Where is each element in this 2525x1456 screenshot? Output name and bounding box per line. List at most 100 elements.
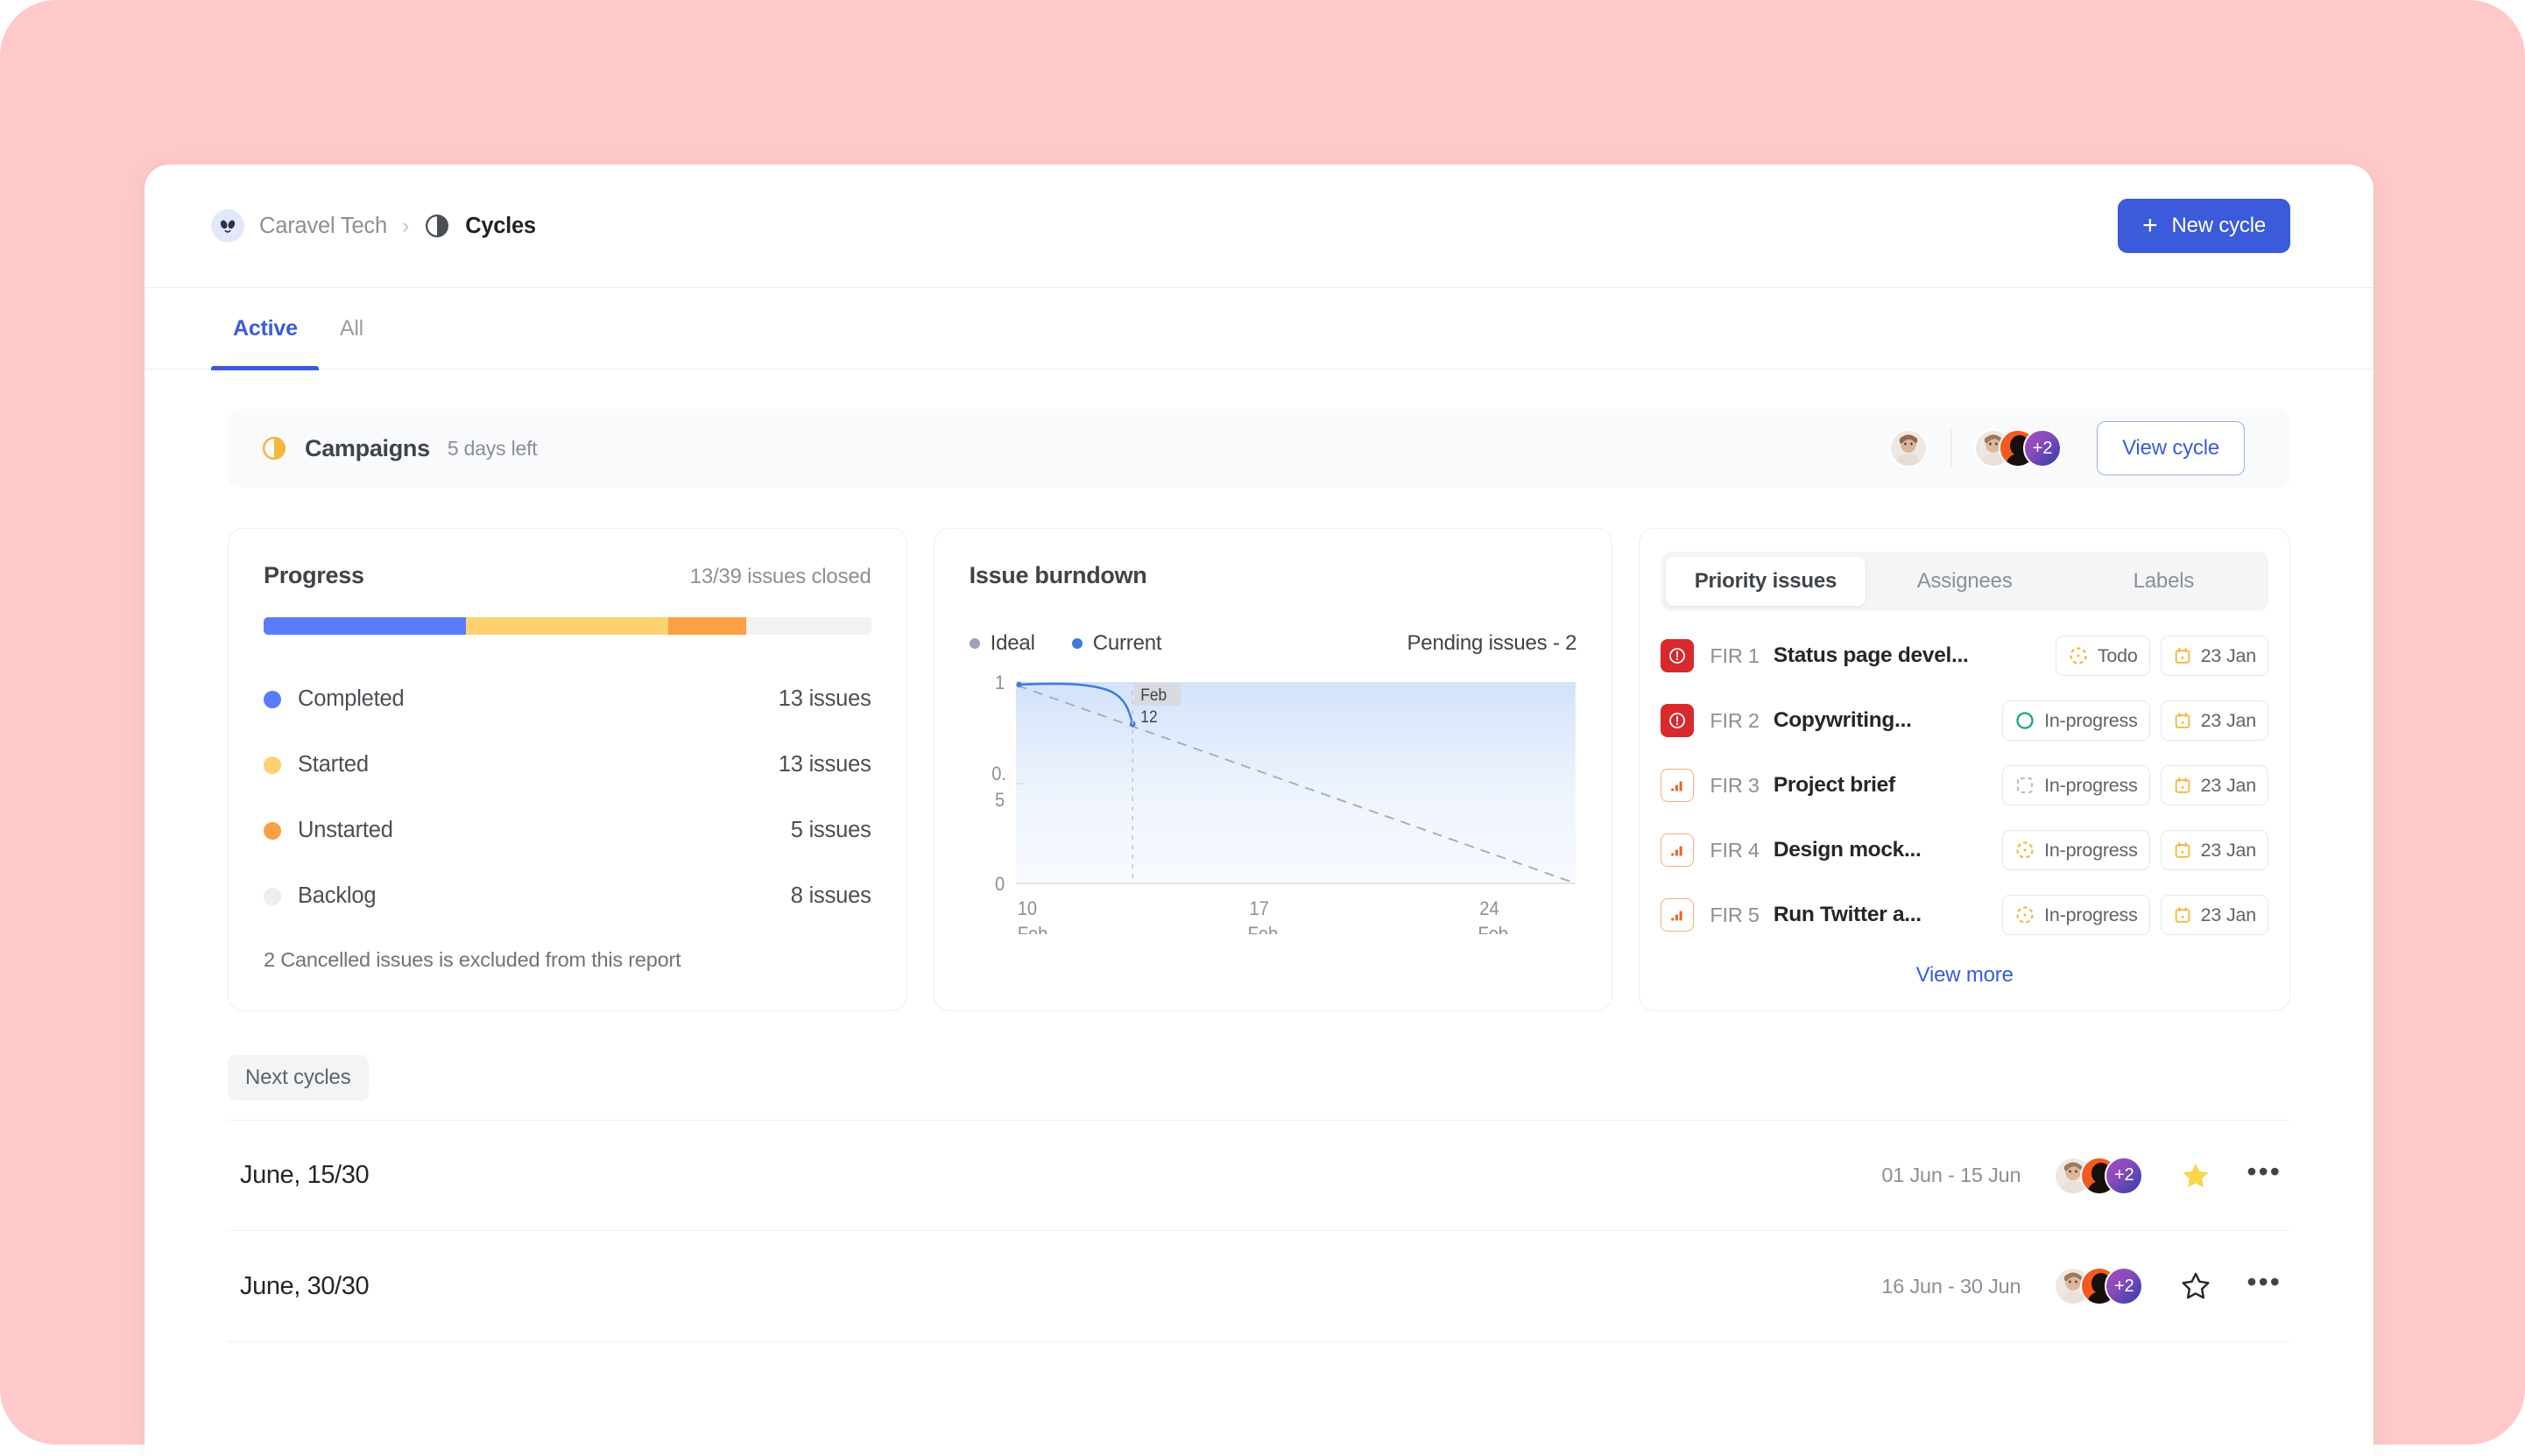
next-cycles-label: Next cycles (228, 1055, 369, 1101)
progress-legend-label: Backlog (298, 883, 377, 908)
svg-text:Feb: Feb (1247, 924, 1278, 934)
tab-all-label: All (339, 315, 364, 341)
progress-bar (264, 617, 871, 635)
progress-legend-label: Unstarted (298, 818, 393, 842)
cycle-row[interactable]: June, 30/30 16 Jun - 30 Jun +2 ••• (228, 1231, 2290, 1342)
progress-legend-value: 13 issues (778, 686, 871, 711)
progress-legend-value: 5 issues (790, 818, 871, 842)
priority-urgent-icon (1661, 704, 1695, 737)
issue-state-chip[interactable]: In-progress (2002, 830, 2150, 870)
chart-tooltip-day: 12 (1140, 707, 1157, 726)
avatar-overflow-count: +2 (2105, 1267, 2144, 1305)
calendar-icon (2175, 712, 2190, 728)
breadcrumb-separator-icon: › (401, 213, 410, 238)
issue-date-chip[interactable]: 23 Jan (2160, 700, 2269, 741)
progress-legend-left: Completed (264, 686, 405, 712)
cycle-row[interactable]: June, 15/30 01 Jun - 15 Jun +2 ••• (228, 1120, 2290, 1231)
issue-title: Copywriting... (1773, 708, 1912, 732)
issue-date-chip[interactable]: 23 Jan (2160, 830, 2269, 870)
pending-issues-count: Pending issues - 2 (1407, 631, 1577, 655)
issue-state-label: In-progress (2044, 709, 2138, 731)
breadcrumb-current: Cycles (424, 213, 536, 239)
progress-segment-0 (264, 617, 466, 635)
banner-title: Campaigns (305, 434, 430, 461)
tab-all[interactable]: All (319, 288, 384, 369)
issue-row[interactable]: FIR 5 Run Twitter a... In-progress 23 Jan (1661, 883, 2269, 947)
issue-state-chip[interactable]: In-progress (2002, 895, 2150, 935)
svg-text:0: 0 (995, 874, 1005, 895)
status-dot-icon (264, 821, 281, 840)
breadcrumb: Caravel Tech › Cycles (211, 209, 536, 243)
priority-urgent-icon (1661, 639, 1695, 672)
issue-row[interactable]: FIR 2 Copywriting... In-progress 23 Jan (1661, 688, 2269, 753)
tab-labels-label: Labels (2133, 569, 2195, 593)
issue-title: Design mock... (1773, 838, 1922, 862)
progress-legend-value: 13 issues (778, 752, 871, 777)
issue-date-label: 23 Jan (2200, 774, 2257, 796)
issue-date-chip[interactable]: 23 Jan (2160, 895, 2269, 935)
tab-assignees[interactable]: Assignees (1866, 557, 2064, 606)
issue-key: FIR 2 (1710, 708, 1760, 732)
tab-priority-issues[interactable]: Priority issues (1666, 557, 1866, 606)
svg-text:0.: 0. (991, 763, 1006, 784)
burndown-card-header: Issue burndown (970, 562, 1577, 589)
cycle-name: June, 15/30 (240, 1161, 370, 1189)
star-filled-icon[interactable] (2180, 1160, 2211, 1192)
burndown-legend: Ideal Current Pending issues - 2 (969, 631, 1577, 656)
issue-list: FIR 1 Status page devel... Todo 23 Jan FIR 2… (1661, 623, 2269, 947)
tab-priority-issues-label: Priority issues (1694, 569, 1837, 593)
svg-text:17: 17 (1249, 898, 1268, 919)
issue-row[interactable]: FIR 4 Design mock... In-progress 23 Jan (1661, 818, 2269, 883)
issue-title: Status page devel... (1773, 644, 1969, 667)
legend-ideal-label: Ideal (990, 631, 1035, 655)
workspace-name: Caravel Tech (259, 213, 387, 238)
star-outline-icon[interactable] (2180, 1270, 2211, 1302)
issue-state-chip[interactable]: Todo (2055, 636, 2150, 676)
issue-title: Run Twitter a... (1773, 903, 1922, 926)
view-more-link[interactable]: View more (1916, 963, 2014, 987)
cycle-row-right: 01 Jun - 15 Jun +2 ••• (1881, 1156, 2282, 1195)
issue-state-label: In-progress (2044, 774, 2138, 796)
issue-row[interactable]: FIR 1 Status page devel... Todo 23 Jan (1661, 623, 2269, 688)
legend-dot-icon (1071, 638, 1083, 649)
progress-legend-left: Unstarted (264, 818, 393, 843)
issue-date-chip[interactable]: 23 Jan (2160, 765, 2269, 805)
progress-legend-value: 8 issues (790, 883, 871, 908)
view-cycle-button[interactable]: View cycle (2097, 421, 2245, 475)
burndown-plot: Feb 12 1 0. 5 0 10 Feb 17 Feb 24 Feb (991, 672, 1576, 934)
new-cycle-button[interactable]: + New cycle (2118, 199, 2290, 253)
issue-date-chip[interactable]: 23 Jan (2160, 636, 2269, 676)
avatar-group: +2 (2054, 1267, 2144, 1305)
svg-text:5: 5 (995, 790, 1005, 811)
svg-text:24: 24 (1479, 898, 1499, 919)
progress-legend-row: Backlog 8 issues (264, 863, 871, 929)
cycle-row-right: 16 Jun - 30 Jun +2 ••• (1881, 1267, 2282, 1305)
tab-active[interactable]: Active (211, 288, 319, 370)
issue-row[interactable]: FIR 3 Project brief In-progress 23 Jan (1661, 753, 2269, 818)
issue-state-chip[interactable]: In-progress (2002, 765, 2150, 805)
issue-date-label: 23 Jan (2200, 709, 2257, 731)
plus-icon: + (2142, 211, 2158, 240)
progress-meta: 13/39 issues closed (689, 565, 871, 588)
active-cycle-banner: Campaigns 5 days left +2 View cycle (228, 409, 2290, 488)
todo-dashed-circle-icon (2016, 906, 2034, 924)
burndown-card: Issue burndown Ideal Current Pending iss (933, 528, 1613, 1011)
top-bar: Caravel Tech › Cycles + New cycle (145, 165, 2373, 288)
burndown-title: Issue burndown (969, 562, 1147, 588)
issue-key: FIR 3 (1710, 773, 1760, 797)
issue-date-label: 23 Jan (2200, 904, 2257, 925)
progress-legend-row: Unstarted 5 issues (264, 798, 871, 863)
issue-state-label: In-progress (2044, 839, 2138, 861)
banner-right: +2 View cycle (1888, 421, 2245, 475)
cycle-date-range: 16 Jun - 30 Jun (1881, 1274, 2021, 1298)
issue-state-chip[interactable]: In-progress (2002, 700, 2150, 741)
cycle-contrast-icon (426, 215, 449, 237)
in-progress-green-circle-icon (2016, 712, 2034, 729)
avatar-overflow-count: +2 (2023, 429, 2063, 468)
breadcrumb-workspace[interactable]: Caravel Tech (211, 209, 387, 243)
cycle-more-options-button[interactable]: ••• (2246, 1157, 2282, 1194)
cycle-more-options-button[interactable]: ••• (2246, 1268, 2282, 1305)
avatar-group: +2 (2054, 1156, 2144, 1195)
svg-text:Feb: Feb (1478, 924, 1508, 934)
tab-labels[interactable]: Labels (2064, 557, 2263, 606)
